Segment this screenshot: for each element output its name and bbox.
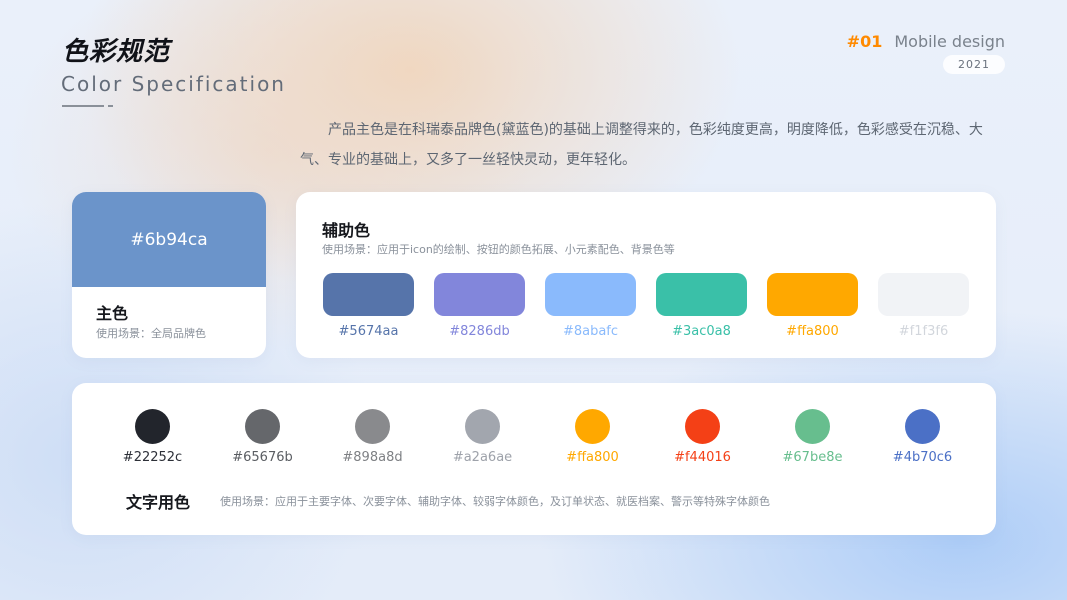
- section-header: #01 Mobile design: [847, 32, 1005, 51]
- auxiliary-color-swatch: [767, 273, 858, 316]
- page-subtitle: Color Specification: [61, 72, 286, 96]
- text-color-title: 文字用色: [126, 493, 191, 512]
- auxiliary-color-item: #8286db: [434, 273, 525, 339]
- text-color-hex: #22252c: [122, 450, 183, 465]
- auxiliary-color-swatch: [434, 273, 525, 316]
- auxiliary-color-card: 辅助色 使用场景：应用于icon的绘制、按钮的颜色拓展、小元素配色、背景色等 #…: [296, 192, 996, 358]
- text-color-hex: #898a8d: [342, 450, 403, 465]
- text-color-item: #a2a6ae: [451, 409, 514, 465]
- year-badge: 2021: [943, 55, 1005, 74]
- text-color-hex: #f44016: [674, 450, 731, 465]
- auxiliary-color-hex: #8286db: [449, 324, 510, 339]
- text-color-hex: #ffa800: [566, 450, 619, 465]
- text-color-item: #898a8d: [341, 409, 404, 465]
- text-color-item: #22252c: [121, 409, 184, 465]
- auxiliary-color-hex: #5674aa: [338, 324, 399, 339]
- auxiliary-color-item: #5674aa: [323, 273, 414, 339]
- text-color-usage: 使用场景：应用于主要字体、次要字体、辅助字体、较弱字体颜色，及订单状态、就医档案…: [220, 495, 770, 508]
- text-color-dot: [905, 409, 940, 444]
- text-color-item: #67be8e: [781, 409, 844, 465]
- text-color-dot: [245, 409, 280, 444]
- auxiliary-color-hex: #8abafc: [562, 324, 619, 339]
- auxiliary-color-list: #5674aa #8286db #8abafc #3ac0a8 #ffa800 …: [323, 273, 969, 339]
- text-color-item: #f44016: [671, 409, 734, 465]
- text-color-item: #ffa800: [561, 409, 624, 465]
- auxiliary-color-hex: #3ac0a8: [672, 324, 731, 339]
- auxiliary-color-item: #f1f3f6: [878, 273, 969, 339]
- auxiliary-color-hex: #ffa800: [786, 324, 839, 339]
- text-color-card: #22252c #65676b #898a8d #a2a6ae #ffa800 …: [72, 383, 996, 535]
- text-color-hex: #a2a6ae: [452, 450, 513, 465]
- text-color-item: #4b70c6: [891, 409, 954, 465]
- primary-color-swatch: #6b94ca: [72, 192, 266, 287]
- text-color-dot: [575, 409, 610, 444]
- text-color-hex: #4b70c6: [892, 450, 953, 465]
- primary-color-label: 主色: [96, 304, 129, 323]
- page-title: 色彩规范: [62, 37, 171, 67]
- auxiliary-color-title: 辅助色: [322, 221, 371, 240]
- text-color-item: #65676b: [231, 409, 294, 465]
- auxiliary-color-swatch: [656, 273, 747, 316]
- text-color-dot: [465, 409, 500, 444]
- text-color-dot: [135, 409, 170, 444]
- title-underline: [62, 105, 104, 107]
- primary-color-card: #6b94ca 主色 使用场景：全局品牌色: [72, 192, 266, 358]
- text-color-dot: [685, 409, 720, 444]
- auxiliary-color-item: #3ac0a8: [656, 273, 747, 339]
- description-text: 产品主色是在科瑞泰品牌色(黛蓝色)的基础上调整得来的，色彩纯度更高，明度降低，色…: [300, 122, 983, 168]
- auxiliary-color-hex: #f1f3f6: [898, 324, 949, 339]
- text-color-list: #22252c #65676b #898a8d #a2a6ae #ffa800 …: [121, 409, 954, 465]
- auxiliary-color-swatch: [323, 273, 414, 316]
- section-number: #01: [846, 32, 883, 51]
- text-color-hex: #67be8e: [782, 450, 843, 465]
- auxiliary-color-swatch: [878, 273, 969, 316]
- text-color-hex: #65676b: [232, 450, 293, 465]
- primary-color-hex: #6b94ca: [130, 229, 208, 250]
- auxiliary-color-swatch: [545, 273, 636, 316]
- auxiliary-color-item: #8abafc: [545, 273, 636, 339]
- text-color-dot: [355, 409, 390, 444]
- text-color-dot: [795, 409, 830, 444]
- section-label: Mobile design: [894, 32, 1005, 51]
- auxiliary-color-usage: 使用场景：应用于icon的绘制、按钮的颜色拓展、小元素配色、背景色等: [322, 243, 675, 256]
- auxiliary-color-item: #ffa800: [767, 273, 858, 339]
- primary-color-usage: 使用场景：全局品牌色: [96, 327, 206, 340]
- title-underline-dot: [108, 105, 113, 107]
